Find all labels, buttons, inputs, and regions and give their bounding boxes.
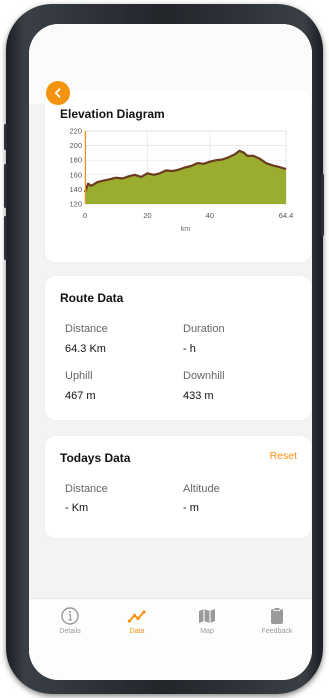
route-duration-value: - h (183, 343, 196, 355)
route-data-card: Route Data Distance 64.3 Km Duration - h… (45, 276, 311, 420)
elevation-chart: 220 200 180 160 140 1200 20 40 64.4 km (69, 127, 294, 234)
today-title: Todays Data (60, 451, 131, 465)
route-title: Route Data (60, 291, 124, 305)
tab-feedback[interactable]: Feedback (242, 599, 312, 647)
chevron-left-icon (54, 88, 61, 98)
tab-data-label: Data (129, 628, 145, 635)
back-button[interactable] (46, 81, 70, 105)
today-altitude-value: - m (183, 502, 199, 514)
scroll-content[interactable]: Elevation Diagram 220 200 180 160 140 120 0 20 4… (29, 24, 312, 598)
y-tick-label: 180 (69, 156, 82, 165)
info-icon (61, 607, 79, 625)
route-downhill-value: 433 m (183, 390, 214, 402)
tab-map-label: Map (200, 628, 214, 635)
phone-frame: Elevation Diagram 220 200 180 160 140 120 0 20 4… (4, 4, 324, 694)
today-distance-label: Distance (65, 483, 108, 495)
tab-feedback-label: Feedback (261, 628, 293, 635)
phone-power-button (321, 174, 324, 236)
x-tick-label: 0 (83, 211, 87, 220)
tab-data[interactable]: Data (102, 599, 172, 647)
y-tick-label: 120 (69, 200, 82, 209)
phone-side-button (4, 124, 7, 150)
line-chart-icon (127, 610, 146, 623)
x-axis-label: km (181, 226, 191, 233)
bottom-tab-bar: Details Data Map Feedback (29, 598, 312, 680)
tab-details-label: Details (59, 628, 81, 635)
route-downhill-label: Downhill (183, 370, 225, 382)
route-uphill-value: 467 m (65, 390, 96, 402)
phone-volume-down (4, 216, 7, 260)
x-tick-label: 64.4 (279, 211, 294, 220)
phone-volume-up (4, 164, 7, 208)
tab-details[interactable]: Details (35, 599, 105, 647)
y-tick-label: 200 (69, 141, 82, 150)
tab-map[interactable]: Map (172, 599, 242, 647)
today-distance-value: - Km (65, 502, 89, 514)
route-uphill-label: Uphill (65, 370, 93, 382)
y-tick-label: 220 (69, 127, 82, 136)
x-tick-label: 40 (206, 211, 214, 220)
y-tick-label: 140 (69, 185, 82, 194)
elevation-card: Elevation Diagram 220 200 180 160 140 120 0 20 4… (45, 90, 311, 262)
today-altitude-label: Altitude (183, 483, 220, 495)
reset-button[interactable]: Reset (270, 450, 297, 462)
x-tick-label: 20 (143, 211, 151, 220)
route-duration-label: Duration (183, 323, 225, 335)
app-screen: Elevation Diagram 220 200 180 160 140 120 0 20 4… (29, 24, 312, 680)
map-icon (199, 609, 215, 623)
y-tick-label: 160 (69, 170, 82, 179)
today-data-card: Todays Data Reset Distance - Km Altitude… (45, 436, 311, 538)
clipboard-icon (271, 607, 283, 624)
route-distance-label: Distance (65, 323, 108, 335)
route-distance-value: 64.3 Km (65, 343, 106, 355)
elevation-title: Elevation Diagram (60, 107, 165, 121)
